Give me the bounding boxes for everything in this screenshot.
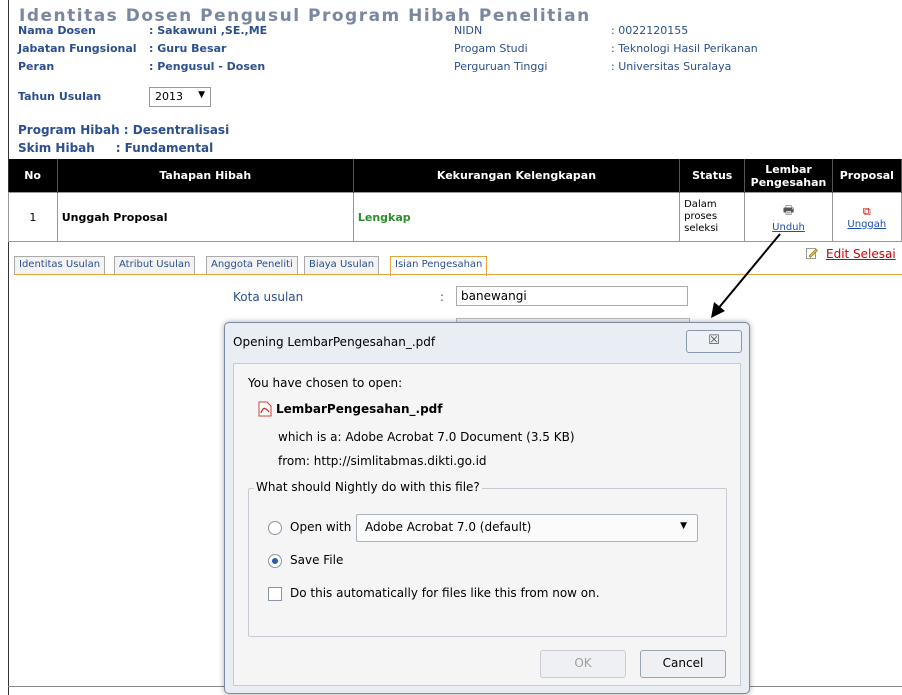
- program-hibah: Program Hibah : Desentralisasi: [18, 123, 230, 137]
- proposal-cell: ⧉ Unggah: [831, 192, 902, 242]
- table-row: 1 Unggah Proposal Lengkap Dalam proses s…: [8, 192, 902, 242]
- col-no: No: [8, 159, 58, 193]
- nidn-label: NIDN: [454, 24, 483, 37]
- year-select-value: 2013: [155, 90, 183, 103]
- jabatan-value: : Guru Besar: [149, 42, 227, 55]
- col-kekurangan: Kekurangan Kelengkapan: [353, 159, 681, 193]
- tahun-label: Tahun Usulan: [18, 90, 102, 103]
- col-status: Status: [679, 159, 746, 193]
- open-with-radio[interactable]: [268, 521, 282, 535]
- tab-atribut-usulan[interactable]: Atribut Usulan: [114, 256, 196, 275]
- kota-usulan-input[interactable]: banewangi: [456, 286, 688, 306]
- edit-selesai-link[interactable]: Edit Selesai: [826, 247, 896, 261]
- file-source: from: http://simlitabmas.dikti.go.id: [278, 454, 487, 468]
- year-select[interactable]: 2013 ▼: [149, 87, 211, 107]
- open-with-app-value: Adobe Acrobat 7.0 (default): [365, 520, 532, 534]
- prodi-value: : Teknologi Hasil Perikanan: [611, 42, 758, 55]
- unduh-link[interactable]: Unduh: [749, 222, 827, 233]
- dialog-body: You have chosen to open: LembarPengesaha…: [233, 363, 741, 686]
- tab-isian-pengesahan[interactable]: Isian Pengesahan: [390, 256, 488, 276]
- save-file-label[interactable]: Save File: [290, 553, 343, 567]
- row-no: 1: [8, 192, 58, 242]
- chosen-text: You have chosen to open:: [248, 376, 403, 390]
- chevron-down-icon: ▼: [198, 90, 205, 100]
- edit-icon[interactable]: [806, 247, 818, 259]
- dialog-title: Opening LembarPengesahan_.pdf: [233, 335, 436, 349]
- kota-usulan-colon: :: [440, 290, 445, 304]
- hibah-table: No Tahapan Hibah Kekurangan Kelengkapan …: [8, 159, 902, 242]
- skim-hibah: Skim Hibah : Fundamental: [18, 141, 214, 155]
- save-file-radio[interactable]: [268, 554, 282, 568]
- printer-icon[interactable]: 🖶: [749, 201, 827, 222]
- lembar-cell: 🖶 Unduh: [744, 192, 833, 242]
- row-status: Dalam proses seleksi: [679, 192, 746, 242]
- cancel-button[interactable]: Cancel: [640, 650, 726, 678]
- file-type: which is a: Adobe Acrobat 7.0 Document (…: [278, 430, 575, 444]
- chevron-down-icon: ▼: [680, 521, 687, 531]
- tab-biaya-usulan[interactable]: Biaya Usulan: [304, 256, 380, 275]
- prodi-label: Progam Studi: [454, 42, 528, 55]
- nama-dosen-value: : Sakawuni ,SE.,ME: [149, 24, 268, 37]
- open-with-label[interactable]: Open with: [290, 520, 351, 534]
- ok-button[interactable]: OK: [540, 650, 626, 678]
- pdf-file-icon: [258, 401, 272, 417]
- open-with-app-select[interactable]: Adobe Acrobat 7.0 (default) ▼: [356, 514, 698, 542]
- tab-divider: [14, 274, 902, 275]
- nama-dosen-label: Nama Dosen: [18, 24, 96, 37]
- col-lembar: Lembar Pengesahan: [744, 159, 833, 193]
- pt-value: : Universitas Suralaya: [611, 60, 732, 73]
- download-dialog: Opening LembarPengesahan_.pdf ☒ You have…: [224, 322, 750, 694]
- file-name: LembarPengesahan_.pdf: [276, 402, 443, 416]
- page-title: Identitas Dosen Pengusul Program Hibah P…: [19, 6, 591, 26]
- unggah-link[interactable]: Unggah: [837, 219, 897, 230]
- close-icon[interactable]: ☒: [686, 330, 742, 353]
- peran-value: : Pengusul - Dosen: [149, 60, 266, 73]
- jabatan-label: Jabatan Fungsional: [18, 42, 137, 55]
- nidn-value: : 0022120155: [611, 24, 689, 37]
- col-tahapan: Tahapan Hibah: [57, 159, 354, 193]
- pdf-icon[interactable]: ⧉: [837, 205, 897, 219]
- auto-label[interactable]: Do this automatically for files like thi…: [290, 586, 600, 600]
- peran-label: Peran: [18, 60, 55, 73]
- auto-checkbox[interactable]: [268, 587, 282, 601]
- pt-label: Perguruan Tinggi: [454, 60, 548, 73]
- kota-usulan-label: Kota usulan: [233, 290, 304, 304]
- table-header-row: No Tahapan Hibah Kekurangan Kelengkapan …: [8, 159, 902, 193]
- row-kekurangan: Lengkap: [352, 192, 681, 242]
- action-question: What should Nightly do with this file?: [254, 480, 482, 494]
- tab-anggota-peneliti[interactable]: Anggota Peneliti: [206, 256, 298, 275]
- row-tahapan: Unggah Proposal: [56, 192, 354, 242]
- col-proposal: Proposal: [832, 159, 902, 193]
- tab-identitas-usulan[interactable]: Identitas Usulan: [14, 256, 106, 275]
